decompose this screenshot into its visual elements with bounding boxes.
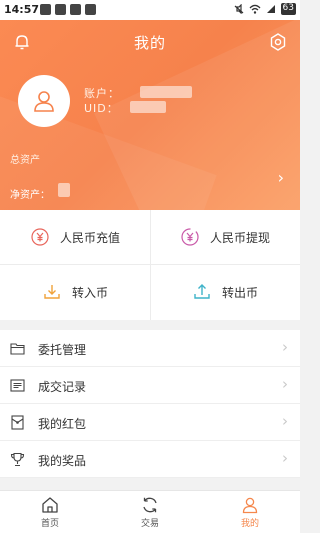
message-icon xyxy=(70,4,81,15)
menu-item-prizes[interactable]: 我的奖品 › xyxy=(0,441,300,478)
mute-icon xyxy=(234,4,243,14)
net-assets-value-redacted xyxy=(58,183,70,197)
rmb-withdraw-label: 人民币提现 xyxy=(209,230,270,245)
coin-in-button[interactable]: 转入币 xyxy=(0,265,150,319)
menu-item-label: 我的红包 xyxy=(38,417,87,431)
yuan-withdraw-icon xyxy=(181,228,199,246)
menu-item-orders[interactable]: 委托管理 › xyxy=(0,330,300,367)
page-title: 我的 xyxy=(133,34,166,52)
chevron-right-icon: › xyxy=(282,449,288,467)
home-icon xyxy=(42,497,58,513)
folder-icon xyxy=(10,343,25,355)
signal-icon xyxy=(266,5,275,13)
coin-out-label: 转出币 xyxy=(221,285,258,300)
user-icon xyxy=(34,91,54,112)
coin-out-button[interactable]: 转出币 xyxy=(150,265,300,319)
tab-mine[interactable]: 我的 xyxy=(200,491,300,533)
record-list-icon xyxy=(10,379,25,392)
wifi-icon xyxy=(249,4,261,14)
notification-icon xyxy=(40,4,51,15)
exchange-icon xyxy=(143,497,157,513)
total-assets-label: 总资产 xyxy=(10,155,40,166)
net-assets-label: 净资产： xyxy=(10,190,50,201)
rmb-withdraw-button[interactable]: 人民币提现 xyxy=(150,210,300,264)
download-tray-icon xyxy=(44,285,60,299)
chevron-right-icon: › xyxy=(282,412,288,430)
account-label: 账户： xyxy=(84,87,120,100)
avatar[interactable] xyxy=(18,75,70,127)
trophy-icon xyxy=(10,452,25,467)
tab-home-label: 首页 xyxy=(40,519,59,529)
upload-tray-icon xyxy=(194,284,210,299)
menu-item-label: 我的奖品 xyxy=(38,454,87,468)
gear-icon[interactable] xyxy=(268,32,288,52)
battery-icon: 63 xyxy=(280,3,296,15)
uid-label: UID： xyxy=(84,102,119,115)
notification-icons xyxy=(40,4,96,15)
status-time: 14:57 xyxy=(4,3,40,16)
image-icon xyxy=(55,4,66,15)
menu-item-label: 委托管理 xyxy=(38,343,87,357)
profile-header: 我的 账户： UID： 总资产 净资产： › xyxy=(0,20,300,210)
chevron-right-icon: › xyxy=(282,375,288,393)
tab-trade[interactable]: 交易 xyxy=(100,491,200,533)
download-icon xyxy=(85,4,96,15)
action-grid: 人民币充值 人民币提现 转入币 转出币 xyxy=(0,210,300,320)
coin-in-label: 转入币 xyxy=(71,285,108,300)
tab-mine-label: 我的 xyxy=(240,519,259,529)
status-bar: 14:57 63 xyxy=(0,0,300,20)
yuan-deposit-icon xyxy=(31,228,49,246)
user-icon xyxy=(242,497,258,514)
rmb-deposit-button[interactable]: 人民币充值 xyxy=(0,210,150,264)
rmb-deposit-label: 人民币充值 xyxy=(59,230,120,245)
red-packet-icon xyxy=(11,415,24,430)
menu-item-red-packets[interactable]: 我的红包 › xyxy=(0,404,300,441)
menu-list: 委托管理 › 成交记录 › 我的红包 › 我的奖品 › xyxy=(0,330,300,478)
chevron-right-icon[interactable]: › xyxy=(278,168,284,187)
menu-item-trades[interactable]: 成交记录 › xyxy=(0,367,300,404)
account-value-redacted xyxy=(140,86,192,98)
tab-home[interactable]: 首页 xyxy=(0,491,100,533)
status-right: 63 xyxy=(234,3,296,15)
uid-value-redacted xyxy=(130,101,166,113)
tab-trade-label: 交易 xyxy=(140,519,159,529)
chevron-right-icon: › xyxy=(282,338,288,356)
bottom-tab-bar: 首页 交易 我的 xyxy=(0,490,300,533)
menu-item-label: 成交记录 xyxy=(38,380,87,394)
